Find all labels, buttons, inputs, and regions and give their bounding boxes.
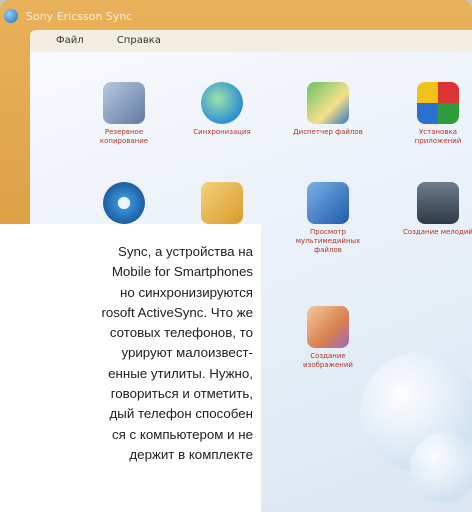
- article-text-overlay: Sync, а устройства на Mobile for Smartph…: [0, 224, 261, 512]
- decorative-bubble: [410, 432, 472, 502]
- article-line: енные утилиты. Нужно,: [108, 365, 253, 381]
- menu-bar: Файл Справка: [30, 30, 472, 52]
- media-viewer-button[interactable]: Просмотр мультимедийных файлов: [286, 182, 370, 255]
- sync-label: Синхронизация: [193, 128, 251, 136]
- article-line: но синхронизируются: [120, 284, 253, 300]
- file-manager-label: Диспетчер файлов: [293, 128, 363, 136]
- window-title: Sony Ericsson Sync: [26, 10, 133, 23]
- install-apps-label: Установка приложений: [414, 128, 462, 145]
- file-manager-button[interactable]: Диспетчер файлов: [286, 82, 370, 137]
- article-line: говориться и отметить,: [110, 386, 253, 402]
- install-apps-button[interactable]: Установка приложений: [396, 82, 472, 146]
- cd-icon: [103, 182, 145, 224]
- media-viewer-icon: [307, 182, 349, 224]
- article-line: Sync, а устройства на: [118, 244, 253, 259]
- title-bar: Sony Ericsson Sync: [4, 6, 472, 28]
- article-line: держит в комплекте: [129, 446, 253, 462]
- melody-maker-label: Создание мелодий: [403, 228, 472, 236]
- menu-help[interactable]: Справка: [117, 35, 161, 46]
- melody-maker-icon: [417, 182, 459, 224]
- app-icon: [4, 9, 18, 23]
- article-paragraph: Sync, а устройства на Mobile for Smartph…: [0, 224, 261, 465]
- backup-icon: [103, 82, 145, 124]
- image-maker-icon: [307, 306, 349, 348]
- article-line: Mobile for Smartphones: [111, 264, 253, 280]
- article-line: сотовых телефонов, то: [109, 325, 253, 341]
- backup-button[interactable]: Резервное копирование: [82, 82, 166, 146]
- image-maker-label: Создание изображений: [303, 352, 353, 369]
- article-line: ся с компьютером и не: [111, 426, 253, 442]
- cd-button[interactable]: [82, 182, 166, 228]
- contacts-button[interactable]: [180, 182, 264, 228]
- contacts-icon: [201, 182, 243, 224]
- image-maker-button[interactable]: Создание изображений: [286, 306, 370, 370]
- media-viewer-label: Просмотр мультимедийных файлов: [295, 228, 361, 254]
- file-manager-icon: [307, 82, 349, 124]
- article-line: rosoft ActiveSync. Что же: [101, 304, 253, 320]
- article-line: дый телефон способен: [109, 406, 254, 422]
- backup-label: Резервное копирование: [99, 128, 149, 145]
- melody-maker-button[interactable]: Создание мелодий: [396, 182, 472, 237]
- article-line: урируют малоизвест-: [121, 345, 253, 361]
- menu-file[interactable]: Файл: [56, 35, 84, 46]
- sync-button[interactable]: Синхронизация: [180, 82, 264, 137]
- sync-icon: [201, 82, 243, 124]
- install-apps-icon: [417, 82, 459, 124]
